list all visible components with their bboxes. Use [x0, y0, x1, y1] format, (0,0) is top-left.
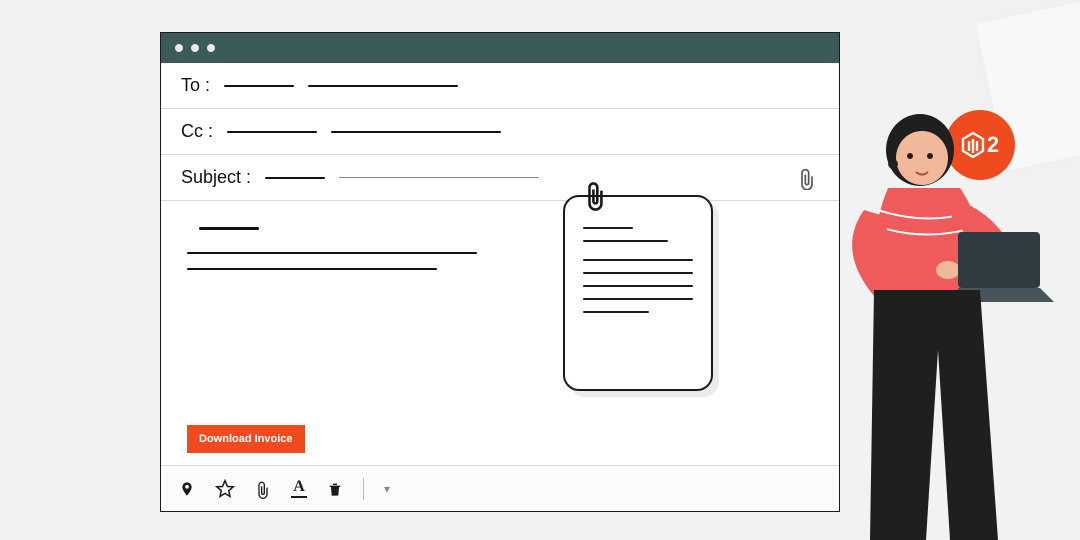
- to-row[interactable]: To :: [161, 63, 839, 109]
- compose-window: To : Cc : Subject :: [160, 32, 840, 512]
- to-label: To :: [181, 75, 210, 96]
- chevron-down-icon[interactable]: ▾: [384, 482, 390, 496]
- attached-document[interactable]: [563, 195, 713, 391]
- attachment-icon[interactable]: [797, 166, 817, 190]
- traffic-light-dot[interactable]: [175, 44, 183, 52]
- window-titlebar: [161, 33, 839, 63]
- attachment-icon[interactable]: [255, 479, 271, 499]
- traffic-light-dot[interactable]: [207, 44, 215, 52]
- editor-toolbar: A ▾: [161, 465, 839, 511]
- person-illustration: [830, 110, 1060, 540]
- subject-row[interactable]: Subject :: [161, 155, 839, 201]
- download-invoice-button[interactable]: Download Invoice: [187, 425, 305, 453]
- star-icon[interactable]: [215, 479, 235, 499]
- cc-row[interactable]: Cc :: [161, 109, 839, 155]
- paperclip-icon: [583, 179, 609, 213]
- email-body[interactable]: Download Invoice A ▾: [161, 201, 839, 511]
- trash-icon[interactable]: [327, 480, 343, 498]
- pin-icon[interactable]: [179, 479, 195, 499]
- font-icon[interactable]: A: [291, 479, 307, 498]
- subject-label: Subject :: [181, 167, 251, 188]
- traffic-light-dot[interactable]: [191, 44, 199, 52]
- toolbar-separator: [363, 478, 364, 500]
- cc-label: Cc :: [181, 121, 213, 142]
